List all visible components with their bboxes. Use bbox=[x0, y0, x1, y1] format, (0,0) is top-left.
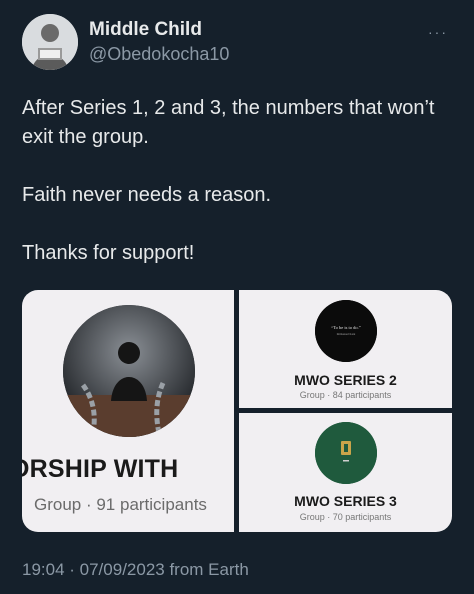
group-card-worship[interactable]: ORSHIP WITH Group · 91 participants bbox=[22, 290, 234, 532]
group-card-series-2[interactable]: “To be is to do.” Immanuel Kant MWO SERI… bbox=[239, 290, 452, 408]
more-options-icon[interactable]: ··· bbox=[428, 24, 448, 40]
group-image bbox=[315, 422, 377, 484]
group-participants: Group · 84 participants bbox=[299, 390, 392, 400]
display-name[interactable]: Middle Child bbox=[89, 18, 229, 42]
tweet-text: After Series 1, 2 and 3, the numbers tha… bbox=[22, 94, 452, 297]
tweet-line: Faith never needs a reason. bbox=[22, 184, 272, 206]
group-image: “To be is to do.” Immanuel Kant bbox=[315, 300, 377, 362]
group-image bbox=[63, 305, 195, 437]
group-card-series-3[interactable]: MWO SERIES 3 Group · 70 participants bbox=[239, 413, 452, 532]
tweet-header: Middle Child @Obedokocha10 ··· bbox=[22, 14, 452, 70]
tweet-timestamp[interactable]: 19:04 · 07/09/2023 from Earth bbox=[22, 560, 249, 580]
user-handle[interactable]: @Obedokocha10 bbox=[89, 42, 229, 66]
group-title: ORSHIP WITH bbox=[22, 455, 179, 483]
avatar[interactable] bbox=[22, 14, 78, 70]
media-grid[interactable]: ORSHIP WITH Group · 91 participants “To … bbox=[22, 290, 452, 532]
group-participants: Group · 70 participants bbox=[299, 512, 392, 522]
group-participants: Group · 91 participants bbox=[34, 495, 207, 514]
circle-quote-author: Immanuel Kant bbox=[337, 332, 356, 336]
group-title: MWO SERIES 3 bbox=[294, 493, 397, 509]
tweet-line: After Series 1, 2 and 3, the numbers tha… bbox=[22, 97, 435, 148]
tweet-line: Thanks for support! bbox=[22, 242, 195, 264]
avatar-image bbox=[22, 14, 78, 70]
circle-quote: “To be is to do.” bbox=[331, 325, 361, 330]
author-names: Middle Child @Obedokocha10 bbox=[89, 18, 229, 66]
group-title: MWO SERIES 2 bbox=[294, 372, 397, 388]
